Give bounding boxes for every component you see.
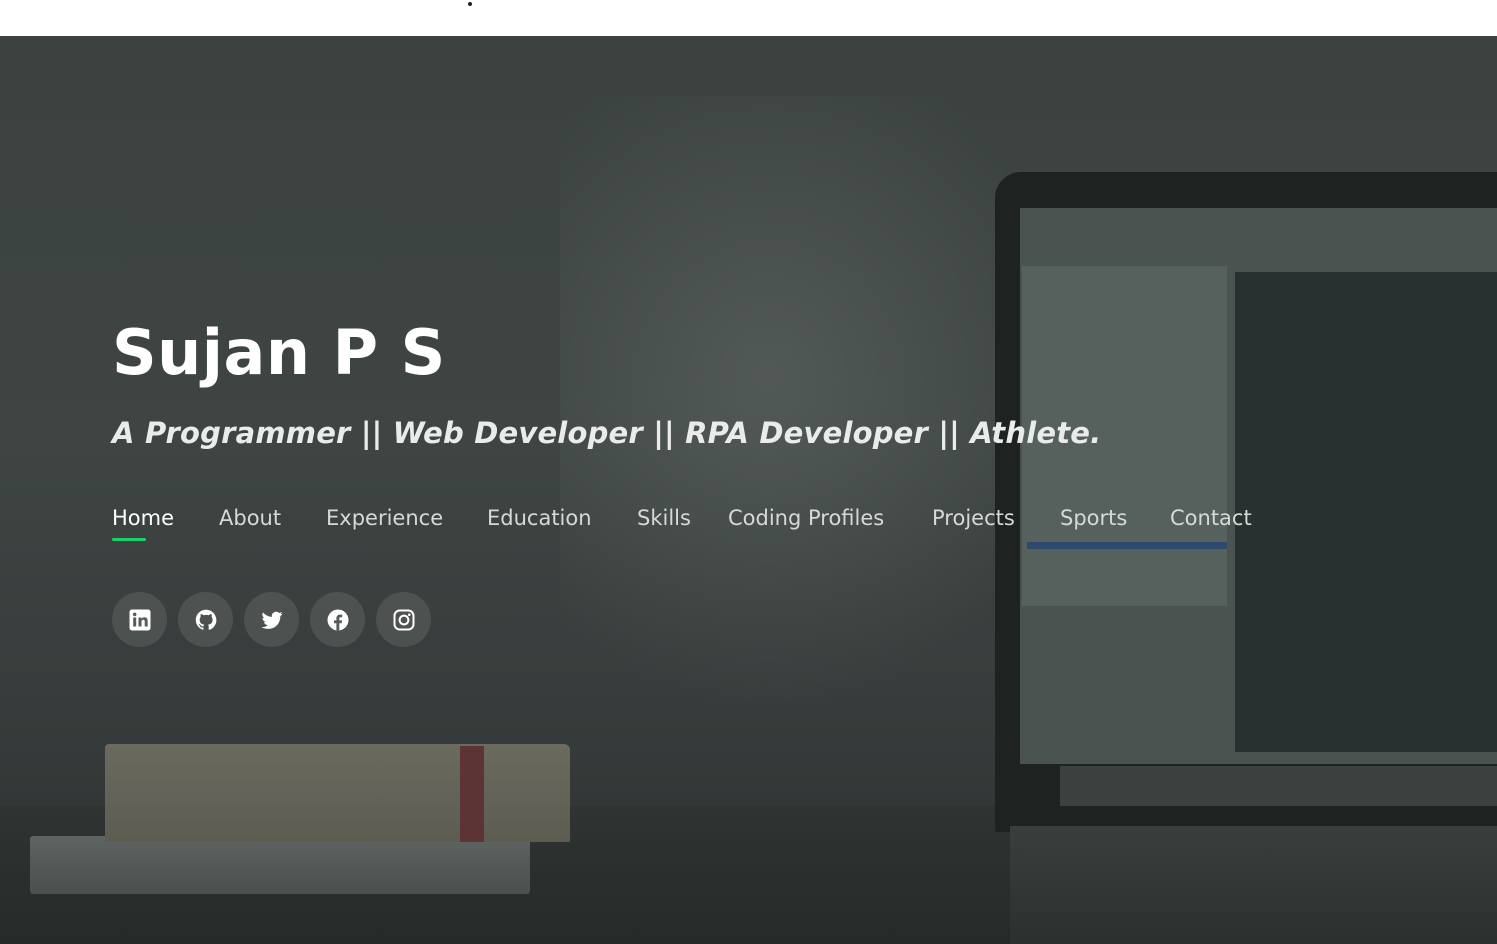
- twitter-icon: [261, 611, 282, 629]
- hero-section: Sujan P S A Programmer || Web Developer …: [0, 36, 1497, 944]
- top-bar-dot: [468, 2, 472, 6]
- nav-item-education[interactable]: Education: [487, 506, 592, 530]
- nav-item-about[interactable]: About: [219, 506, 281, 530]
- linkedin-link[interactable]: [112, 592, 167, 647]
- github-link[interactable]: [178, 592, 233, 647]
- nav-item-contact[interactable]: Contact: [1170, 506, 1252, 530]
- instagram-icon: [393, 609, 414, 630]
- hero-content: Sujan P S A Programmer || Web Developer …: [0, 36, 1497, 944]
- hero-tagline: A Programmer || Web Developer || RPA Dev…: [112, 416, 1102, 450]
- nav-item-experience[interactable]: Experience: [326, 506, 443, 530]
- nav-item-home[interactable]: Home: [112, 506, 174, 541]
- nav-item-sports[interactable]: Sports: [1060, 506, 1127, 530]
- instagram-link[interactable]: [376, 592, 431, 647]
- facebook-link[interactable]: [310, 592, 365, 647]
- hero-name: Sujan P S: [112, 316, 446, 389]
- twitter-link[interactable]: [244, 592, 299, 647]
- github-icon: [195, 609, 216, 630]
- linkedin-icon: [129, 609, 150, 630]
- nav-item-coding-profiles[interactable]: Coding Profiles: [728, 506, 884, 530]
- nav-item-projects[interactable]: Projects: [932, 506, 1015, 530]
- top-bar: [0, 0, 1497, 36]
- nav-item-skills[interactable]: Skills: [637, 506, 691, 530]
- facebook-icon: [327, 609, 348, 630]
